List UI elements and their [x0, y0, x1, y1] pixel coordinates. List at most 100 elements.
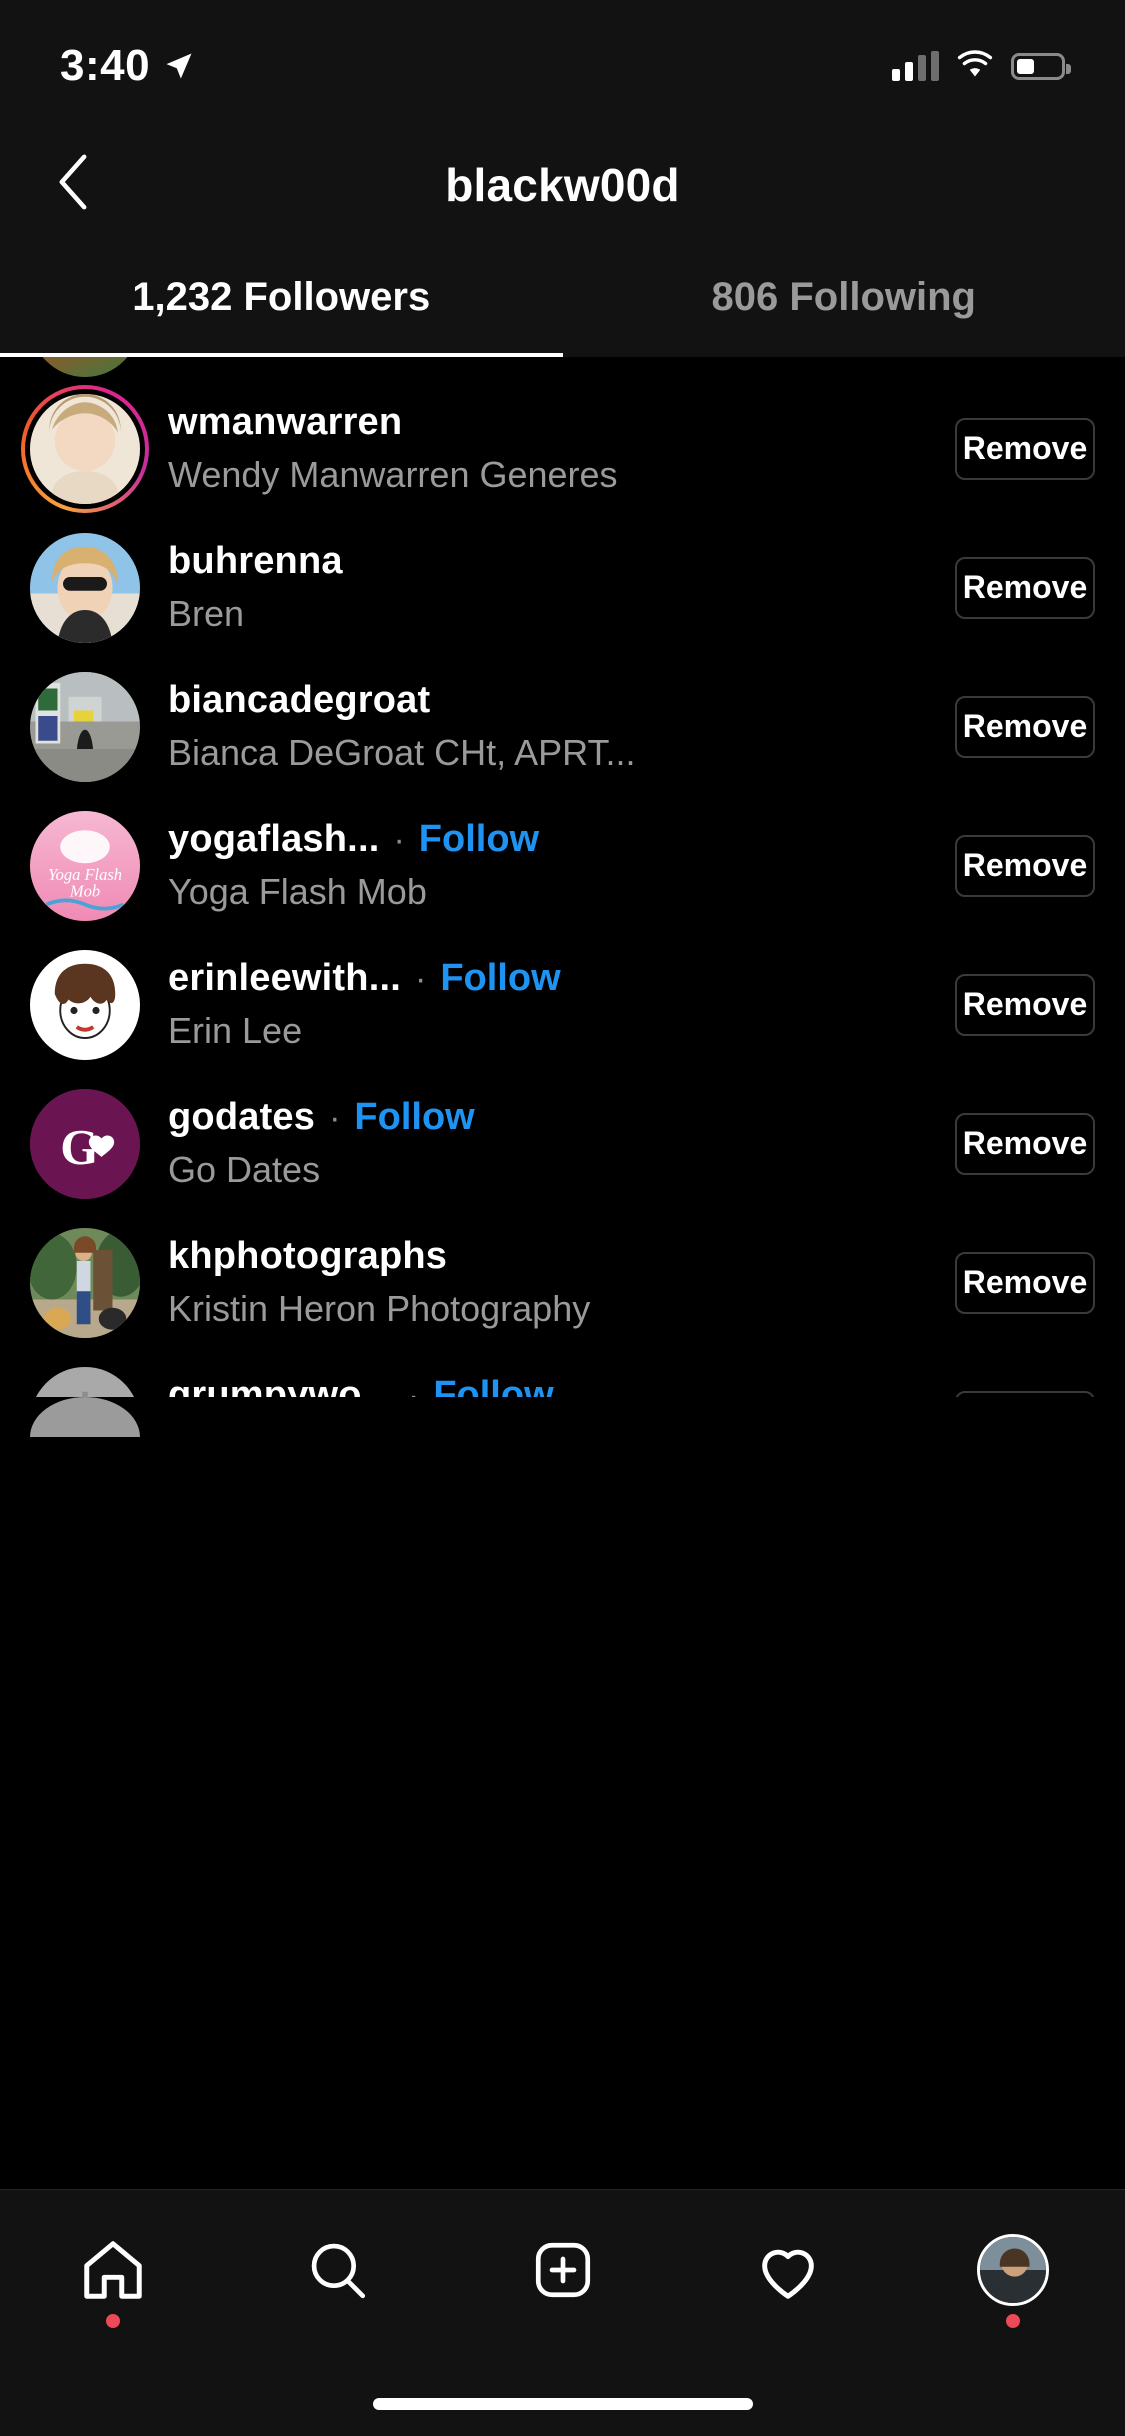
- back-chevron-icon: [56, 154, 90, 215]
- full-name: Kristin Heron Photography: [168, 1288, 591, 1329]
- location-arrow-icon: [164, 51, 194, 81]
- username[interactable]: godates: [168, 1096, 315, 1139]
- avatar[interactable]: [30, 949, 140, 1060]
- avatar-image: Yoga Flash Mob: [30, 810, 140, 921]
- instagram-followers-screen: 3:40 blackw00d 1,232 Followers 806 Follo…: [0, 0, 1125, 2436]
- avatar-image: [30, 949, 140, 1060]
- status-bar-right: [892, 49, 1071, 83]
- follow-link[interactable]: Follow: [433, 1374, 553, 1397]
- tab-followers-label: 1,232 Followers: [132, 274, 431, 319]
- avatar[interactable]: [30, 532, 140, 643]
- remove-button[interactable]: Remove: [955, 556, 1095, 619]
- search-icon: [305, 2237, 371, 2303]
- add-post-icon: [530, 2237, 596, 2303]
- status-bar: 3:40: [0, 0, 1125, 132]
- partial-avatar: [30, 357, 140, 377]
- follower-row[interactable]: buhrenna Bren Remove: [0, 518, 1125, 657]
- home-indicator: [372, 2398, 753, 2410]
- remove-button[interactable]: Remove: [955, 1112, 1095, 1175]
- avatar[interactable]: Yoga Flash Mob: [30, 810, 140, 921]
- username[interactable]: grumpywo...: [168, 1374, 394, 1397]
- tab-activity[interactable]: [675, 2190, 900, 2350]
- list-bottom-partial-avatar: [30, 1397, 140, 1437]
- follower-row[interactable]: wmanwarren Wendy Manwarren Generes Remov…: [0, 379, 1125, 518]
- follow-separator: ·: [329, 1099, 341, 1137]
- tab-followers[interactable]: 1,232 Followers: [0, 237, 563, 357]
- status-bar-time: 3:40: [60, 41, 151, 90]
- username[interactable]: biancadegroat: [168, 679, 430, 722]
- followers-list[interactable]: wmanwarren Wendy Manwarren Generes Remov…: [0, 357, 1125, 1397]
- avatar[interactable]: [21, 384, 149, 513]
- follower-info: grumpywo... · Follow The Grumpy WoodWork…: [168, 1374, 955, 1397]
- back-button[interactable]: [28, 132, 118, 237]
- bottom-tab-bar: [0, 2189, 1125, 2436]
- home-badge-dot: [105, 2314, 120, 2328]
- remove-button[interactable]: Remove: [955, 834, 1095, 897]
- follower-row[interactable]: erinleewith... · Follow Erin Lee Remove: [0, 935, 1125, 1074]
- follower-info: wmanwarren Wendy Manwarren Generes: [168, 401, 955, 496]
- follower-info: erinleewith... · Follow Erin Lee: [168, 957, 955, 1052]
- followers-following-tabs: 1,232 Followers 806 Following: [0, 237, 1125, 357]
- battery-icon: [1011, 52, 1071, 80]
- wifi-icon: [957, 49, 993, 83]
- full-name: Go Dates: [168, 1149, 321, 1190]
- follower-row[interactable]: khphotographs Kristin Heron Photography …: [0, 1213, 1125, 1352]
- svg-text:Mob: Mob: [69, 881, 100, 900]
- status-bar-left: 3:40: [60, 41, 194, 91]
- tab-profile[interactable]: [900, 2190, 1125, 2350]
- username[interactable]: buhrenna: [168, 540, 343, 583]
- page-title: blackw00d: [445, 158, 680, 211]
- follow-separator: ·: [408, 1377, 420, 1397]
- username[interactable]: erinleewith...: [168, 957, 401, 1000]
- remove-button[interactable]: Remove: [955, 973, 1095, 1036]
- avatar-image: [30, 671, 140, 782]
- follow-separator: ·: [414, 960, 427, 998]
- follow-separator: ·: [393, 821, 405, 859]
- heart-icon: [753, 2235, 823, 2305]
- remove-button[interactable]: Remove: [955, 695, 1095, 758]
- username[interactable]: yogaflash...: [168, 818, 379, 861]
- remove-button[interactable]: Remove: [955, 1390, 1095, 1397]
- username[interactable]: khphotographs: [168, 1235, 447, 1278]
- profile-avatar-icon: [976, 2234, 1049, 2306]
- tab-add-post[interactable]: [450, 2190, 675, 2350]
- tab-following[interactable]: 806 Following: [563, 237, 1125, 357]
- follower-row[interactable]: G godates · Follow Go Dates Remove: [0, 1074, 1125, 1213]
- avatar-image: [30, 393, 140, 504]
- avatar[interactable]: [30, 671, 140, 782]
- follower-row[interactable]: The Grumpy Woodworker grumpywo... · Foll…: [0, 1352, 1125, 1397]
- remove-button[interactable]: Remove: [955, 1251, 1095, 1314]
- tab-search[interactable]: [225, 2190, 450, 2350]
- avatar[interactable]: The Grumpy Woodworker: [30, 1366, 140, 1397]
- remove-button[interactable]: Remove: [955, 417, 1095, 480]
- tab-home[interactable]: [0, 2190, 225, 2350]
- full-name: Bianca DeGroat CHt, APRT...: [168, 732, 636, 773]
- list-top-partial-row: [0, 357, 1125, 379]
- follow-link[interactable]: Follow: [354, 1096, 474, 1139]
- username[interactable]: wmanwarren: [168, 401, 402, 444]
- tab-following-label: 806 Following: [711, 274, 976, 319]
- follower-info: yogaflash... · Follow Yoga Flash Mob: [168, 818, 955, 913]
- nav-header: blackw00d: [0, 132, 1125, 237]
- follower-info: biancadegroat Bianca DeGroat CHt, APRT..…: [168, 679, 955, 774]
- avatar-image: The Grumpy Woodworker: [30, 1366, 140, 1397]
- follow-link[interactable]: Follow: [419, 818, 539, 861]
- avatar-image: [30, 532, 140, 643]
- follower-info: godates · Follow Go Dates: [168, 1096, 955, 1191]
- follower-row[interactable]: biancadegroat Bianca DeGroat CHt, APRT..…: [0, 657, 1125, 796]
- full-name: Yoga Flash Mob: [168, 871, 427, 912]
- follower-row[interactable]: Yoga Flash Mob yogaflash... · Follow Yoga…: [0, 796, 1125, 935]
- avatar[interactable]: G: [30, 1088, 140, 1199]
- cellular-signal-icon: [892, 51, 939, 81]
- avatar-image: G: [30, 1088, 140, 1199]
- full-name: Erin Lee: [168, 1010, 303, 1051]
- follower-info: khphotographs Kristin Heron Photography: [168, 1235, 955, 1330]
- follower-info: buhrenna Bren: [168, 540, 955, 635]
- avatar[interactable]: [30, 1227, 140, 1338]
- full-name: Bren: [168, 593, 245, 634]
- full-name: Wendy Manwarren Generes: [168, 454, 618, 495]
- follow-link[interactable]: Follow: [440, 957, 560, 1000]
- home-icon: [78, 2235, 148, 2305]
- profile-badge-dot: [1005, 2314, 1020, 2328]
- avatar-image: [30, 1227, 140, 1338]
